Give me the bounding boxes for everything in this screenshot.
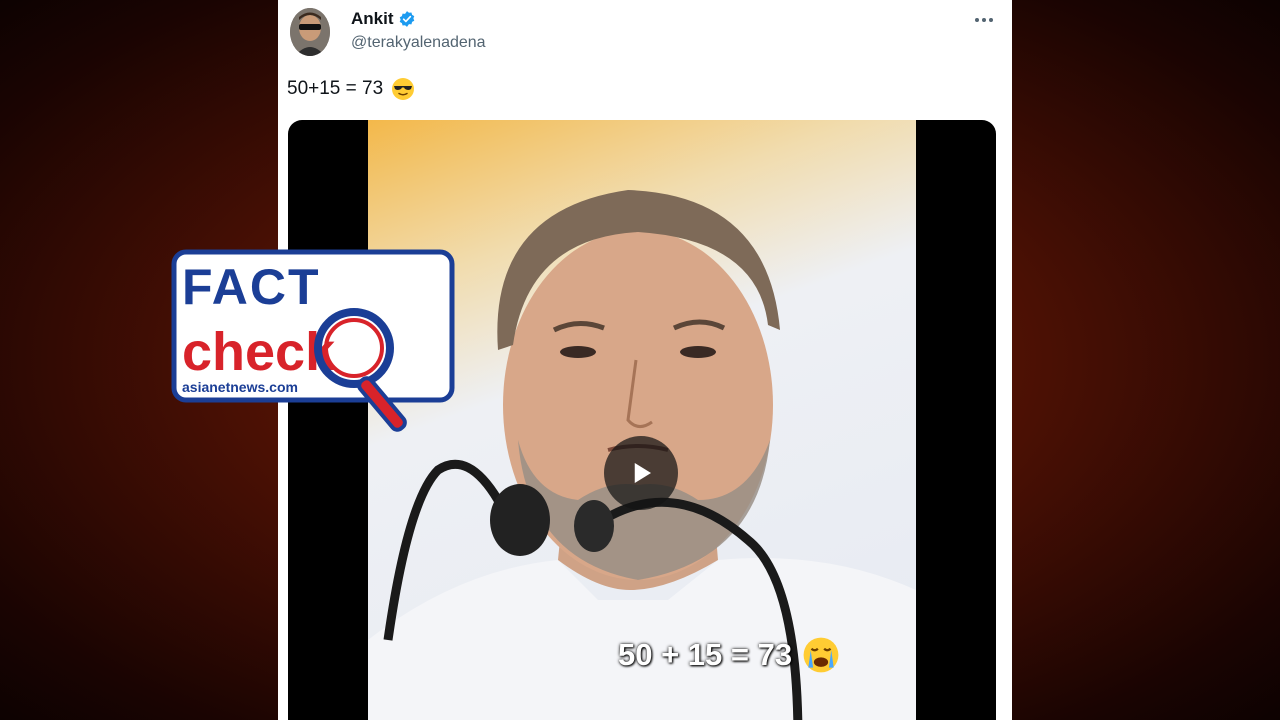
- play-icon: [634, 463, 651, 483]
- crying-face-emoji-icon: [803, 637, 839, 673]
- display-name-text[interactable]: Ankit: [351, 9, 394, 29]
- more-options-icon[interactable]: [970, 10, 998, 30]
- fact-label: FACT: [182, 259, 321, 315]
- avatar[interactable]: [290, 8, 330, 56]
- source-label: asianetnews.com: [182, 379, 298, 395]
- video-caption-text: 50 + 15 = 73: [618, 637, 793, 672]
- tweet-text-content: 50+15 = 73: [287, 78, 384, 99]
- tweet-text: 50+15 = 73: [287, 77, 415, 101]
- fact-check-logo: FACT check asianetnews.com: [171, 249, 455, 432]
- user-handle[interactable]: @terakyalenadena: [351, 34, 486, 52]
- play-button[interactable]: [604, 436, 678, 510]
- display-name[interactable]: Ankit: [351, 9, 416, 29]
- verified-badge-icon: [399, 11, 414, 27]
- cool-sunglasses-emoji-icon: [392, 78, 415, 100]
- check-label: check: [182, 322, 336, 382]
- video-caption: 50 + 15 = 73: [618, 636, 840, 674]
